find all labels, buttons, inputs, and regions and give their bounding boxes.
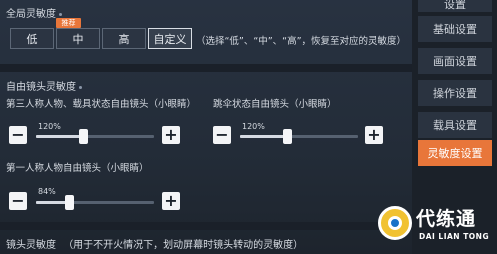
- sidebar-item-basic[interactable]: 基础设置: [418, 16, 492, 42]
- sidebar-item-label: 操作设置: [433, 87, 477, 100]
- option-label: 高: [118, 32, 130, 46]
- camera-sensitivity-description: （用于不开火情况下，划动屏幕时镜头转动的灵敏度）: [63, 240, 304, 251]
- sidebar-item-label: 设置: [444, 0, 466, 11]
- watermark-en: DAI LIAN TONG: [419, 232, 490, 241]
- sidebar-item-sensitivity[interactable]: 灵敏度设置: [418, 140, 492, 166]
- settings-panel: 全局灵敏度 低 中 推荐 高 自定义 （选择“低”、“中”、“高”，恢复至对应的…: [0, 0, 412, 254]
- slider-thumb[interactable]: [65, 195, 74, 210]
- global-sensitivity-title-text: 全局灵敏度: [6, 9, 56, 20]
- plus-button[interactable]: +: [162, 126, 180, 144]
- slider-label-third-person: 第三人称人物、载具状态自由镜头（小眼睛）: [6, 99, 197, 110]
- slider-fill: [36, 135, 83, 138]
- global-sensitivity-title: 全局灵敏度: [6, 5, 62, 20]
- recommended-badge: 推荐: [56, 18, 81, 28]
- section-divider: [0, 64, 412, 72]
- sensitivity-option-custom[interactable]: 自定义: [148, 28, 192, 49]
- sidebar-item-graphics[interactable]: 画面设置: [418, 48, 492, 74]
- sidebar-item-label: 画面设置: [433, 55, 477, 68]
- slider-thumb[interactable]: [283, 129, 292, 144]
- sidebar-item-controls[interactable]: 操作设置: [418, 80, 492, 106]
- section-divider: [0, 222, 412, 230]
- slider-label-first-person: 第一人称人物自由镜头（小眼睛）: [6, 163, 149, 174]
- minus-button[interactable]: −: [213, 126, 231, 144]
- slider-track-third-person[interactable]: [36, 129, 154, 144]
- minus-button[interactable]: −: [9, 126, 27, 144]
- logo-inner-icon: [388, 216, 402, 230]
- free-camera-title: 自由镜头灵敏度: [6, 78, 82, 93]
- sidebar-item-vehicle[interactable]: 载具设置: [418, 112, 492, 138]
- camera-sensitivity-title-text: 镜头灵敏度: [6, 240, 56, 251]
- plus-button[interactable]: +: [162, 192, 180, 210]
- dot-icon: [59, 12, 62, 16]
- slider-track-first-person[interactable]: [36, 195, 154, 210]
- dot-icon: [79, 85, 82, 89]
- sidebar-item-label: 载具设置: [433, 119, 477, 132]
- slider-thumb[interactable]: [79, 129, 88, 144]
- sensitivity-option-medium[interactable]: 中: [56, 28, 100, 49]
- slider-value-parachute: 120%: [242, 122, 265, 131]
- slider-fill: [240, 135, 287, 138]
- camera-sensitivity-title: 镜头灵敏度 （用于不开火情况下，划动屏幕时镜头转动的灵敏度）: [6, 236, 303, 251]
- sidebar-item-label: 灵敏度设置: [427, 147, 483, 160]
- watermark-cn: 代练通: [416, 208, 477, 230]
- slider-value-third-person: 120%: [38, 122, 61, 131]
- sensitivity-option-low[interactable]: 低: [10, 28, 54, 49]
- minus-button[interactable]: −: [9, 192, 27, 210]
- sidebar-item-label: 基础设置: [433, 23, 477, 36]
- slider-track-parachute[interactable]: [240, 129, 358, 144]
- sensitivity-option-high[interactable]: 高: [102, 28, 146, 49]
- slider-value-first-person: 84%: [38, 187, 56, 196]
- option-label: 低: [26, 32, 38, 46]
- global-sensitivity-description: （选择“低”、“中”、“高”，恢复至对应的灵敏度）: [196, 36, 407, 47]
- watermark-logo: 代练通 DAI LIAN TONG: [376, 198, 497, 254]
- free-camera-title-text: 自由镜头灵敏度: [6, 82, 76, 93]
- option-label: 自定义: [153, 32, 187, 46]
- slider-label-parachute: 跳伞状态自由镜头（小眼睛）: [213, 99, 337, 110]
- logo-icon: [378, 206, 412, 240]
- option-label: 中: [72, 32, 84, 46]
- plus-button[interactable]: +: [365, 126, 383, 144]
- sidebar-item-settings[interactable]: 设置: [418, 0, 492, 12]
